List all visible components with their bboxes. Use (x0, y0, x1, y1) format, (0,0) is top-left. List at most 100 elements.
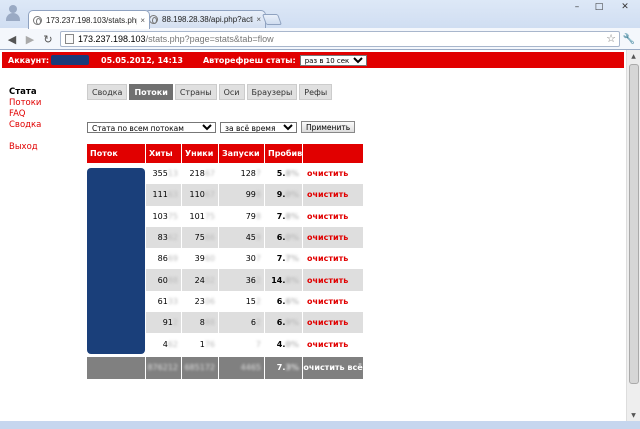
browser-tab-stats[interactable]: 173.237.198.103/stats.php?p × (28, 10, 150, 29)
sidebar-item-flows[interactable]: Потоки (9, 98, 41, 109)
account-bar: Аккаунт: 05.05.2012, 14:13 Авторефреш ст… (2, 52, 624, 68)
sidebar-nav: Стата Потоки FAQ Сводка Выход (9, 87, 41, 153)
account-label: Аккаунт: (8, 55, 50, 65)
tab-title: 173.237.198.103/stats.php?p (46, 15, 137, 25)
penetration-cell: 5. 8% (276, 169, 299, 179)
current-date: 05.05.2012, 14:13 (101, 55, 183, 65)
sidebar-item-faq[interactable]: FAQ (9, 109, 41, 120)
tab-title: 88.198.28.38/api.php?action (162, 15, 254, 24)
apply-button[interactable]: Применить (301, 121, 356, 133)
hits-cell: 103 75 (152, 211, 178, 221)
launches-cell: 128 7 (240, 169, 261, 179)
launches-cell: 79 8 (245, 211, 261, 221)
hits-cell: 4 62 (162, 339, 178, 349)
total-uniques: 685172 (182, 356, 218, 379)
col-header-hits: Хиты (146, 144, 181, 163)
uniques-cell: 218 67 (189, 169, 215, 179)
uniques-cell: 39 60 (194, 254, 215, 264)
reload-icon[interactable]: ↻ (40, 31, 56, 47)
total-penetration: 7. 3% (265, 356, 302, 379)
tab-summary[interactable]: Сводка (87, 84, 128, 100)
hits-cell: 111 63 (146, 184, 181, 206)
new-tab-button[interactable] (261, 14, 283, 25)
stats-subtabs: Сводка Потоки Страны Оси Браузеры Рефы (87, 84, 334, 100)
scrollbar-thumb[interactable] (629, 64, 639, 384)
autorefresh-select[interactable]: раз в 10 сек (299, 54, 367, 66)
clear-link[interactable]: очистить (303, 333, 363, 354)
minimize-button[interactable]: – (566, 0, 588, 14)
penetration-cell: 9. 0% (265, 184, 302, 206)
autorefresh-label: Авторефреш статы: (202, 55, 296, 65)
penetration-cell: 7. 7% (276, 254, 299, 264)
profile-avatar-icon (4, 4, 22, 22)
total-flow-cell (87, 356, 145, 379)
tab-close-icon[interactable]: × (256, 15, 261, 24)
flow-stats-table: Поток Хиты Уники Запуски Пробив 355 13 218… (87, 144, 363, 379)
wrench-icon[interactable]: 🔧 (622, 31, 636, 47)
table-total-row: 876212 685172 4465 7. 3% очистить всё (87, 356, 363, 379)
url-path: /stats.php?page=stats&tab=flow (145, 34, 274, 44)
hits-cell: 83 62 (146, 226, 181, 249)
clear-link[interactable]: очистить (303, 184, 363, 206)
account-name-redacted (51, 55, 90, 65)
url-host: 173.237.198.103 (78, 34, 146, 44)
clear-link[interactable]: очистить (303, 312, 363, 334)
scroll-down-icon[interactable]: ▼ (627, 409, 640, 421)
address-bar[interactable]: 173.237.198.103/stats.php?page=stats&tab… (60, 31, 620, 47)
tab-referrers[interactable]: Рефы (299, 84, 333, 100)
launches-cell: 36 2 (219, 269, 264, 291)
hits-cell: 61 33 (157, 296, 178, 306)
hits-cell: 91 2 (146, 312, 181, 334)
tab-os[interactable]: Оси (218, 84, 245, 100)
uniques-cell: 24 02 (182, 269, 218, 291)
total-launches: 4465 (219, 356, 264, 379)
hits-cell: 355 13 (152, 169, 178, 179)
launches-cell: 15 2 (245, 296, 261, 306)
uniques-cell: 8 88 (182, 312, 218, 334)
page-icon (65, 34, 74, 44)
scroll-up-icon[interactable]: ▲ (627, 50, 640, 62)
browser-toolbar: ◀ ▶ ↻ 173.237.198.103/stats.php?page=sta… (0, 28, 640, 50)
tab-countries[interactable]: Страны (174, 84, 217, 100)
clear-link[interactable]: очистить (303, 248, 363, 269)
sidebar-item-stats[interactable]: Стата (9, 87, 41, 98)
window-controls: – □ ✕ (566, 0, 640, 14)
forward-icon[interactable]: ▶ (22, 31, 38, 47)
clear-link[interactable]: очистить (303, 163, 363, 184)
uniques-cell: 23 06 (194, 296, 215, 306)
tab-close-icon[interactable]: × (140, 16, 145, 25)
browser-chrome: 173.237.198.103/stats.php?p × 88.198.28.… (0, 0, 640, 50)
star-icon[interactable]: ☆ (606, 32, 616, 46)
vertical-scrollbar[interactable]: ▲ ▼ (626, 50, 640, 421)
col-header-uniques: Уники (182, 144, 218, 163)
tab-browsers[interactable]: Браузеры (246, 84, 298, 100)
browser-tab-api[interactable]: 88.198.28.38/api.php?action × (144, 10, 266, 28)
launches-cell: 7 (255, 339, 261, 349)
clear-link[interactable]: очистить (303, 226, 363, 249)
sidebar-item-summary[interactable]: Сводка (9, 120, 41, 131)
globe-icon (149, 15, 158, 24)
clear-link[interactable]: очистить (303, 291, 363, 312)
page-viewport: Аккаунт: 05.05.2012, 14:13 Авторефреш ст… (0, 50, 640, 421)
penetration-cell: 14. 8% (265, 269, 302, 291)
uniques-cell: 110 67 (182, 184, 218, 206)
launches-cell: 30 7 (245, 254, 261, 264)
hits-cell: 86 69 (157, 254, 178, 264)
flow-select[interactable]: Стата по всем потокам (87, 121, 216, 133)
clear-all-link[interactable]: очистить всё (303, 356, 363, 379)
back-icon[interactable]: ◀ (4, 31, 20, 47)
flow-names-redacted (87, 168, 145, 354)
close-window-button[interactable]: ✕ (610, 0, 640, 14)
table-header-row: Поток Хиты Уники Запуски Пробив (87, 144, 363, 163)
total-hits: 876212 (146, 356, 181, 379)
clear-link[interactable]: очистить (303, 269, 363, 291)
penetration-cell: 6. 9% (265, 312, 302, 334)
col-header-launches: Запуски (219, 144, 264, 163)
maximize-button[interactable]: □ (588, 0, 610, 14)
launches-cell: 99 8 (219, 184, 264, 206)
time-range-select[interactable]: за всё время (220, 121, 297, 133)
tab-flows[interactable]: Потоки (129, 84, 173, 100)
sidebar-item-exit[interactable]: Выход (9, 142, 41, 153)
clear-link[interactable]: очистить (303, 206, 363, 227)
hits-cell: 60 88 (146, 269, 181, 291)
